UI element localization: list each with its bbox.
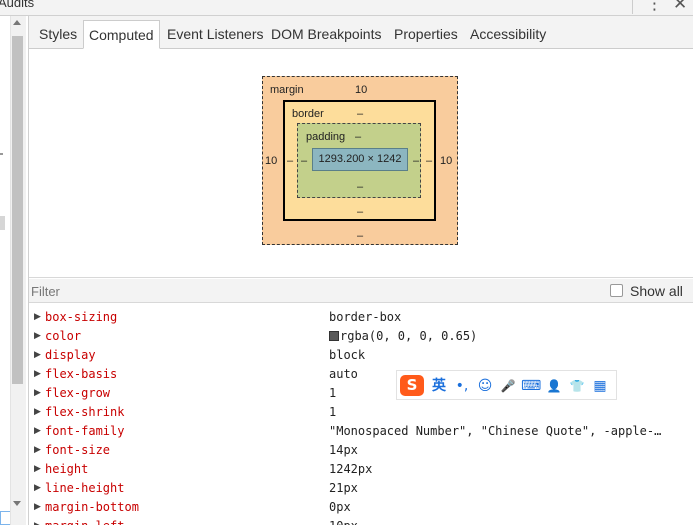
- property-value: rgba(0, 0, 0, 0.65): [340, 329, 478, 343]
- property-value: "Monospaced Number", "Chinese Quote", -a…: [329, 424, 662, 438]
- scrollbar-thumb[interactable]: [12, 36, 23, 384]
- selected-node-marker: [0, 216, 5, 230]
- property-row[interactable]: ▶ margin-left 10px: [29, 517, 693, 525]
- border-top-value[interactable]: –: [357, 108, 363, 120]
- punctuation-icon[interactable]: •,: [452, 375, 472, 397]
- expand-triangle-icon[interactable]: ▶: [34, 441, 41, 460]
- property-name: margin-left: [45, 517, 124, 525]
- filter-bar: Show all: [29, 279, 693, 303]
- border-right-value[interactable]: –: [426, 155, 432, 167]
- property-value: auto: [329, 367, 358, 381]
- property-value: 14px: [329, 443, 358, 457]
- tab-styles[interactable]: Styles: [34, 20, 82, 49]
- expand-triangle-icon[interactable]: ▶: [34, 498, 41, 517]
- border-bottom-value[interactable]: –: [357, 206, 363, 218]
- padding-bottom-value[interactable]: –: [357, 181, 363, 193]
- tab-event-listeners[interactable]: Event Listeners: [162, 20, 269, 49]
- tree-indicator: [0, 153, 3, 155]
- computed-properties-list: ▶ box-sizing border-box ▶ color rgba(0, …: [29, 308, 693, 525]
- show-all-checkbox[interactable]: [610, 284, 623, 297]
- property-row[interactable]: ▶ color rgba(0, 0, 0, 0.65): [29, 327, 693, 346]
- property-name: box-sizing: [45, 310, 118, 324]
- expand-triangle-icon[interactable]: ▶: [34, 346, 41, 365]
- sidebar-pane: Styles Computed Event Listeners DOM Brea…: [28, 16, 693, 525]
- property-row[interactable]: ▶ font-size 14px: [29, 441, 693, 460]
- elements-panel-edge: [0, 16, 28, 525]
- tab-dom-breakpoints[interactable]: DOM Breakpoints: [266, 20, 386, 49]
- property-value: 0px: [329, 500, 351, 514]
- property-value: 21px: [329, 481, 358, 495]
- expand-triangle-icon[interactable]: ▶: [34, 479, 41, 498]
- close-icon[interactable]: ✕: [673, 0, 687, 14]
- property-row[interactable]: ▶ font-family "Monospaced Number", "Chin…: [29, 422, 693, 441]
- property-value: 1: [329, 386, 337, 400]
- property-name: font-family: [45, 424, 125, 438]
- property-value: 1242px: [329, 462, 373, 476]
- box-model-diagram: 1293.200 × 1242 margin 10 10 10 – border…: [29, 50, 693, 278]
- tab-computed[interactable]: Computed: [83, 20, 160, 49]
- property-name: height: [45, 462, 89, 476]
- property-value: 10px: [329, 517, 358, 525]
- user-icon[interactable]: 👤: [544, 375, 564, 397]
- property-name: color: [45, 329, 82, 343]
- property-value: block: [329, 348, 366, 362]
- property-name: display: [45, 348, 96, 362]
- padding-top-value[interactable]: –: [355, 131, 361, 143]
- toolbox-icon[interactable]: ▦: [590, 375, 610, 397]
- expand-triangle-icon[interactable]: ▶: [34, 365, 41, 384]
- property-name: margin-bottom: [45, 500, 139, 514]
- margin-left-value[interactable]: 10: [265, 155, 277, 167]
- padding-label: padding: [306, 131, 346, 143]
- property-value: border-box: [329, 310, 402, 324]
- expand-triangle-icon[interactable]: ▶: [34, 422, 41, 441]
- property-row[interactable]: ▶ box-sizing border-box: [29, 308, 693, 327]
- property-name: flex-grow: [45, 386, 111, 400]
- property-row[interactable]: ▶ flex-shrink 1: [29, 403, 693, 422]
- property-row[interactable]: ▶ display block: [29, 346, 693, 365]
- property-value-color: rgba(0, 0, 0, 0.65): [329, 327, 477, 346]
- expand-triangle-icon[interactable]: ▶: [34, 384, 41, 403]
- microphone-icon[interactable]: 🎤: [498, 375, 518, 397]
- padding-right-value[interactable]: –: [413, 155, 419, 167]
- expand-triangle-icon[interactable]: ▶: [34, 517, 41, 525]
- keyboard-icon[interactable]: ⌨: [521, 375, 541, 397]
- emoji-icon[interactable]: ☺: [475, 375, 495, 397]
- expand-triangle-icon[interactable]: ▶: [34, 308, 41, 327]
- property-row[interactable]: ▶ line-height 21px: [29, 479, 693, 498]
- tab-accessibility[interactable]: Accessibility: [465, 20, 551, 49]
- border-label: border: [292, 108, 324, 120]
- expand-triangle-icon[interactable]: ▶: [34, 403, 41, 422]
- property-value: 1: [329, 405, 337, 419]
- filter-input[interactable]: [31, 281, 591, 301]
- sidebar-tabs: Styles Computed Event Listeners DOM Brea…: [29, 16, 693, 49]
- expand-triangle-icon[interactable]: ▶: [34, 327, 41, 346]
- drawer-title-bar: Audits ⋮ ✕: [0, 0, 693, 16]
- property-row[interactable]: ▶ height 1242px: [29, 460, 693, 479]
- shirt-icon[interactable]: 👕: [567, 375, 587, 397]
- property-name: flex-shrink: [45, 405, 125, 419]
- tab-properties[interactable]: Properties: [389, 20, 463, 49]
- show-all-label[interactable]: Show all: [630, 283, 683, 299]
- property-name: flex-basis: [45, 367, 118, 381]
- drawer-title[interactable]: Audits: [0, 0, 34, 10]
- scroll-down-icon[interactable]: [13, 501, 21, 506]
- toolbar-divider: [632, 0, 633, 14]
- more-options-icon[interactable]: ⋮: [646, 0, 663, 14]
- scroll-up-icon[interactable]: [13, 20, 21, 25]
- margin-top-value[interactable]: 10: [355, 84, 367, 96]
- margin-bottom-value[interactable]: –: [357, 230, 363, 242]
- padding-left-value[interactable]: –: [301, 155, 307, 167]
- border-left-value[interactable]: –: [287, 155, 293, 167]
- margin-right-value[interactable]: 10: [440, 155, 452, 167]
- expand-triangle-icon[interactable]: ▶: [34, 460, 41, 479]
- ime-toolbar[interactable]: S 英 •, ☺ 🎤 ⌨ 👤 👕 ▦: [396, 370, 617, 400]
- property-name: font-size: [45, 443, 111, 457]
- content-box[interactable]: 1293.200 × 1242: [312, 148, 408, 171]
- english-mode-icon[interactable]: 英: [428, 375, 450, 397]
- margin-label: margin: [270, 84, 304, 96]
- property-row[interactable]: ▶ margin-bottom 0px: [29, 498, 693, 517]
- color-swatch-icon[interactable]: [329, 331, 339, 341]
- property-name: line-height: [45, 481, 125, 495]
- ime-logo-icon[interactable]: S: [400, 375, 424, 396]
